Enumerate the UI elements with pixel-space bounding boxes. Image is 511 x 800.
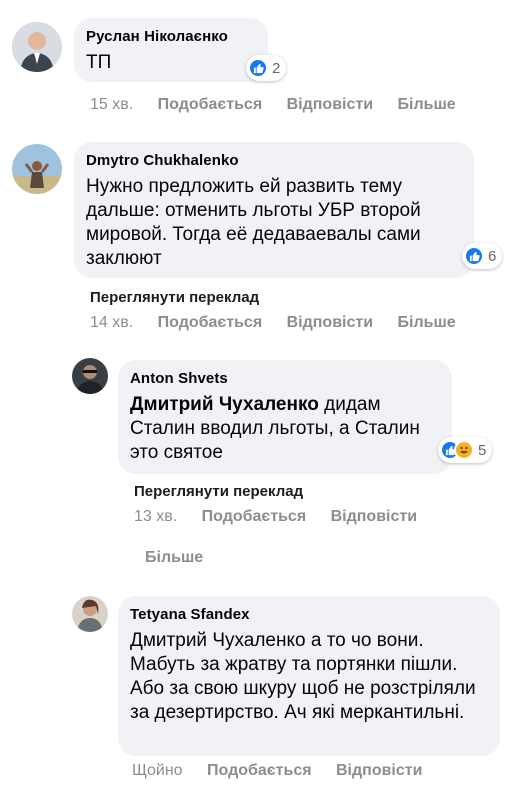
comment-actions: 13 хв. Подобається Відповісти xyxy=(134,508,437,526)
comment-bubble: Руслан Ніколаєнко ТП xyxy=(74,18,268,82)
comment-text: Нужно предложить ей развить тему дальше:… xyxy=(86,176,421,269)
comment-time[interactable]: Щойно xyxy=(132,762,183,779)
see-translation-link[interactable]: Переглянути переклад xyxy=(134,483,303,500)
like-icon xyxy=(248,58,268,78)
comment-actions: 15 хв. Подобається Відповісти Більше xyxy=(90,96,476,114)
reply-button[interactable]: Відповісти xyxy=(287,314,373,331)
comment-author[interactable]: Tetyana Sfandex xyxy=(130,606,488,623)
like-icon xyxy=(464,246,484,266)
like-button[interactable]: Подобається xyxy=(207,762,312,779)
comment-actions: Щойно Подобається Відповісти xyxy=(132,762,442,780)
comment-time[interactable]: 14 хв. xyxy=(90,314,133,331)
comment-author[interactable]: Dmytro Chukhalenko xyxy=(86,152,462,169)
like-button[interactable]: Подобається xyxy=(158,96,263,113)
comment-time[interactable]: 13 хв. xyxy=(134,508,177,525)
avatar-photo xyxy=(72,596,108,632)
comment-bubble: Tetyana Sfandex Дмитрий Чухаленко а то ч… xyxy=(118,596,500,756)
comment-text: Дмитрий Чухаленко а то чо вони. Мабуть з… xyxy=(130,630,476,723)
reaction-count: 2 xyxy=(272,59,281,77)
more-button[interactable]: Більше xyxy=(145,549,203,567)
mention-link[interactable]: Дмитрий Чухаленко xyxy=(130,394,319,415)
comment-author[interactable]: Anton Shvets xyxy=(130,370,440,387)
avatar-photo xyxy=(12,144,62,194)
comment-bubble: Anton Shvets Дмитрий Чухаленко дидам Ста… xyxy=(118,360,452,474)
avatar[interactable] xyxy=(12,22,62,72)
haha-icon xyxy=(454,440,474,460)
avatar[interactable] xyxy=(72,358,108,394)
comment-text: Дмитрий Чухаленко дидам Сталин вводил ль… xyxy=(130,393,440,465)
reaction-summary[interactable]: 2 xyxy=(246,55,287,81)
comment-text: ТП xyxy=(86,52,112,73)
reaction-summary[interactable]: 5 xyxy=(438,437,493,463)
comment-time[interactable]: 15 хв. xyxy=(90,96,133,113)
comment-actions: 14 хв. Подобається Відповісти Більше xyxy=(90,314,476,332)
comment-author[interactable]: Руслан Ніколаєнко xyxy=(86,28,256,45)
avatar-photo xyxy=(12,22,62,72)
like-button[interactable]: Подобається xyxy=(158,314,263,331)
see-translation-link[interactable]: Переглянути переклад xyxy=(90,289,259,306)
reaction-count: 5 xyxy=(478,441,487,459)
reaction-summary[interactable]: 6 xyxy=(462,243,503,269)
avatar-photo xyxy=(72,358,108,394)
avatar[interactable] xyxy=(72,596,108,632)
like-button[interactable]: Подобається xyxy=(202,508,307,525)
comment-bubble: Dmytro Chukhalenko Нужно предложить ей р… xyxy=(74,142,474,278)
reaction-count: 6 xyxy=(488,247,497,265)
reply-button[interactable]: Відповісти xyxy=(331,508,417,525)
more-button[interactable]: Більше xyxy=(398,314,456,331)
reply-button[interactable]: Відповісти xyxy=(287,96,373,113)
more-button[interactable]: Більше xyxy=(398,96,456,113)
avatar[interactable] xyxy=(12,144,62,194)
reply-button[interactable]: Відповісти xyxy=(336,762,422,779)
